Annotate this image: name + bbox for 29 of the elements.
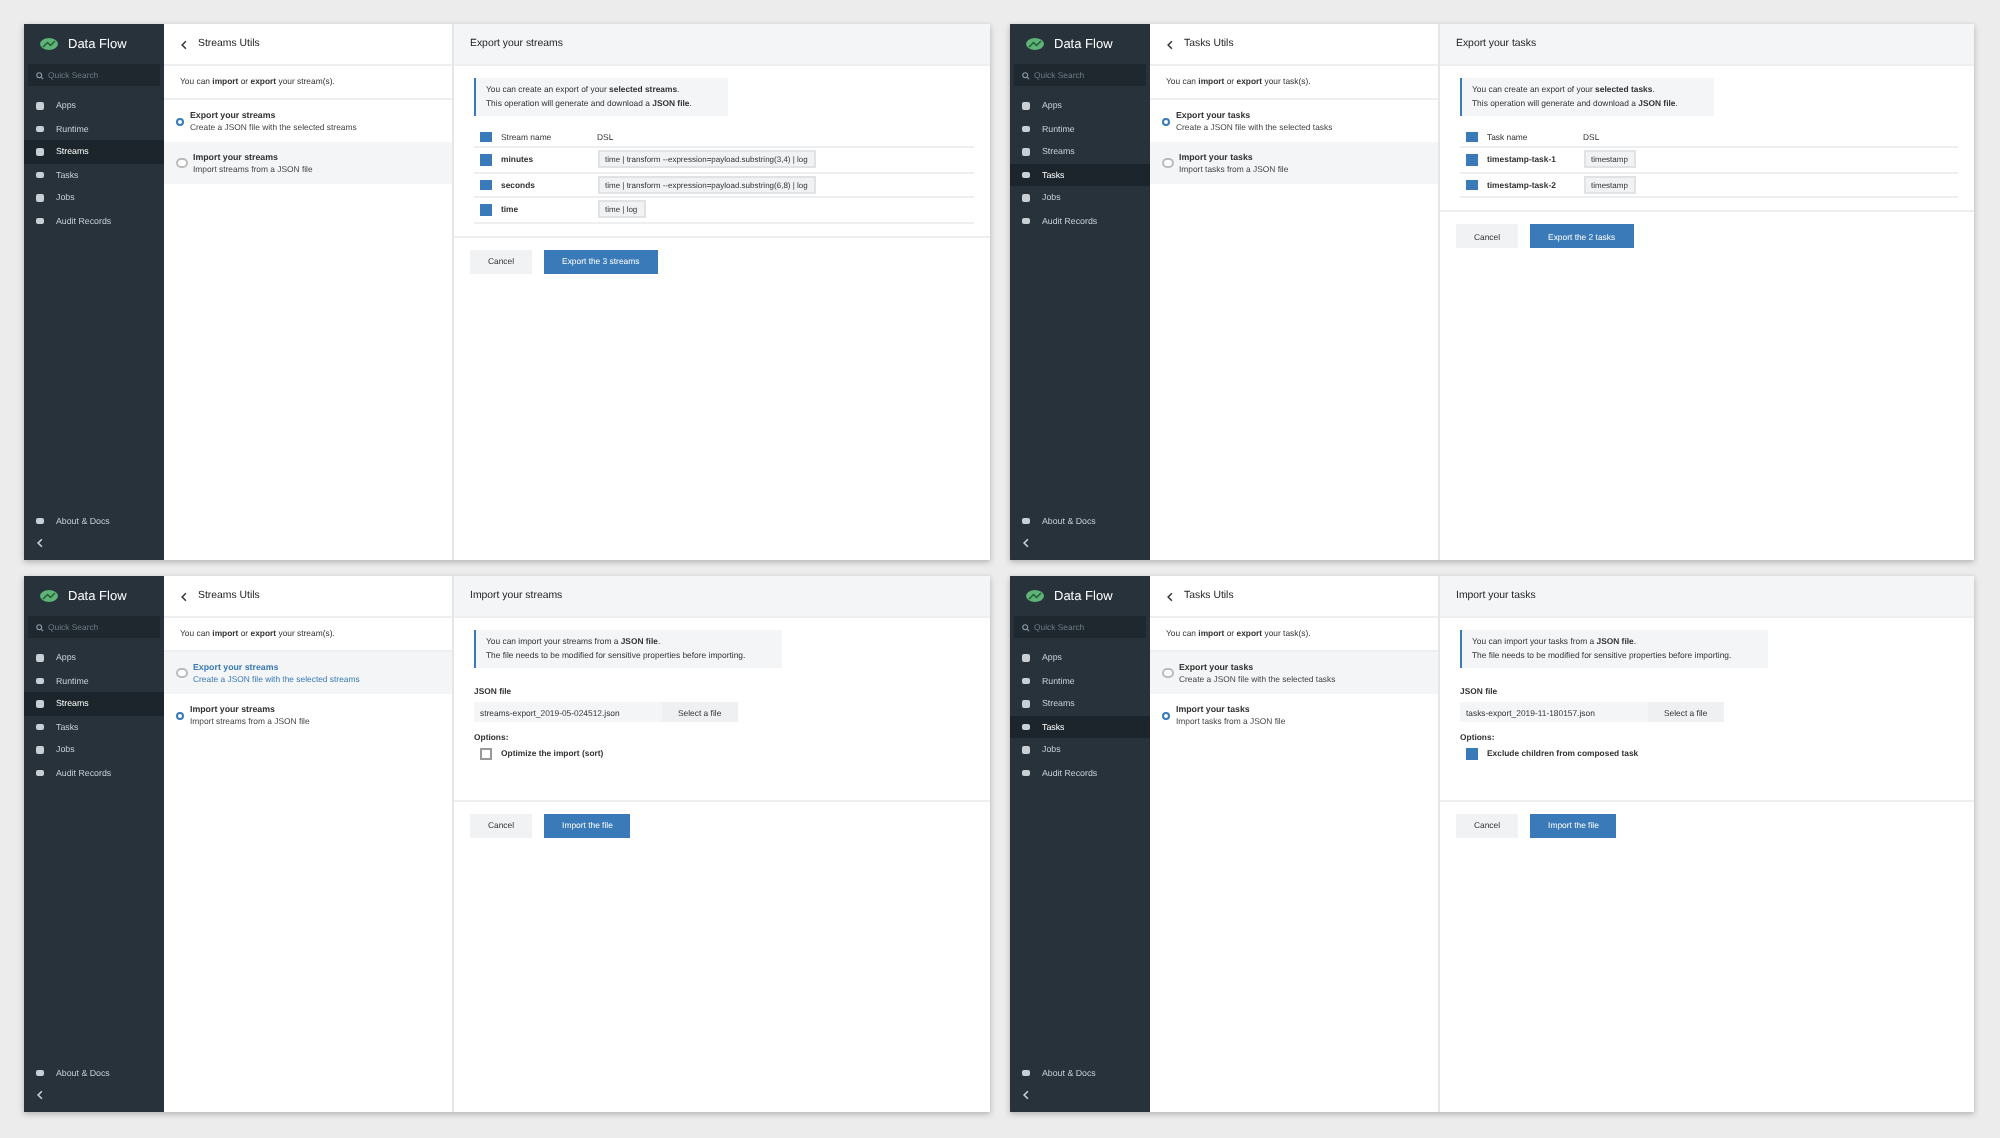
logo-icon	[40, 590, 58, 602]
chevron-left-icon[interactable]	[36, 538, 44, 548]
radio-button[interactable]	[1162, 157, 1173, 169]
checkbox[interactable]	[1466, 131, 1477, 143]
logo-icon	[1026, 590, 1044, 602]
checkbox[interactable]	[480, 204, 491, 215]
chevron-left-icon[interactable]	[1022, 1090, 1030, 1100]
radio-button[interactable]	[176, 711, 184, 719]
checkbox[interactable]	[480, 179, 491, 190]
chevron-left-icon[interactable]	[1022, 538, 1030, 548]
logo-icon	[1026, 38, 1044, 50]
radio-button[interactable]	[1162, 117, 1170, 125]
checkbox[interactable]	[1466, 179, 1477, 190]
checkbox[interactable]	[480, 748, 491, 759]
radio-button[interactable]	[176, 157, 187, 169]
back-icon[interactable]	[180, 39, 188, 49]
back-icon[interactable]	[1166, 39, 1174, 49]
chevron-left-icon[interactable]	[36, 1090, 44, 1100]
checkbox[interactable]	[1466, 748, 1477, 759]
radio-button[interactable]	[1162, 667, 1173, 679]
radio-button[interactable]	[176, 667, 187, 679]
radio-button[interactable]	[176, 117, 184, 125]
back-icon[interactable]	[180, 591, 188, 601]
logo-icon	[40, 38, 58, 50]
radio-button[interactable]	[1162, 711, 1170, 719]
back-icon[interactable]	[1166, 591, 1174, 601]
checkbox[interactable]	[1466, 154, 1477, 165]
checkbox[interactable]	[480, 154, 491, 165]
checkbox[interactable]	[480, 131, 491, 143]
